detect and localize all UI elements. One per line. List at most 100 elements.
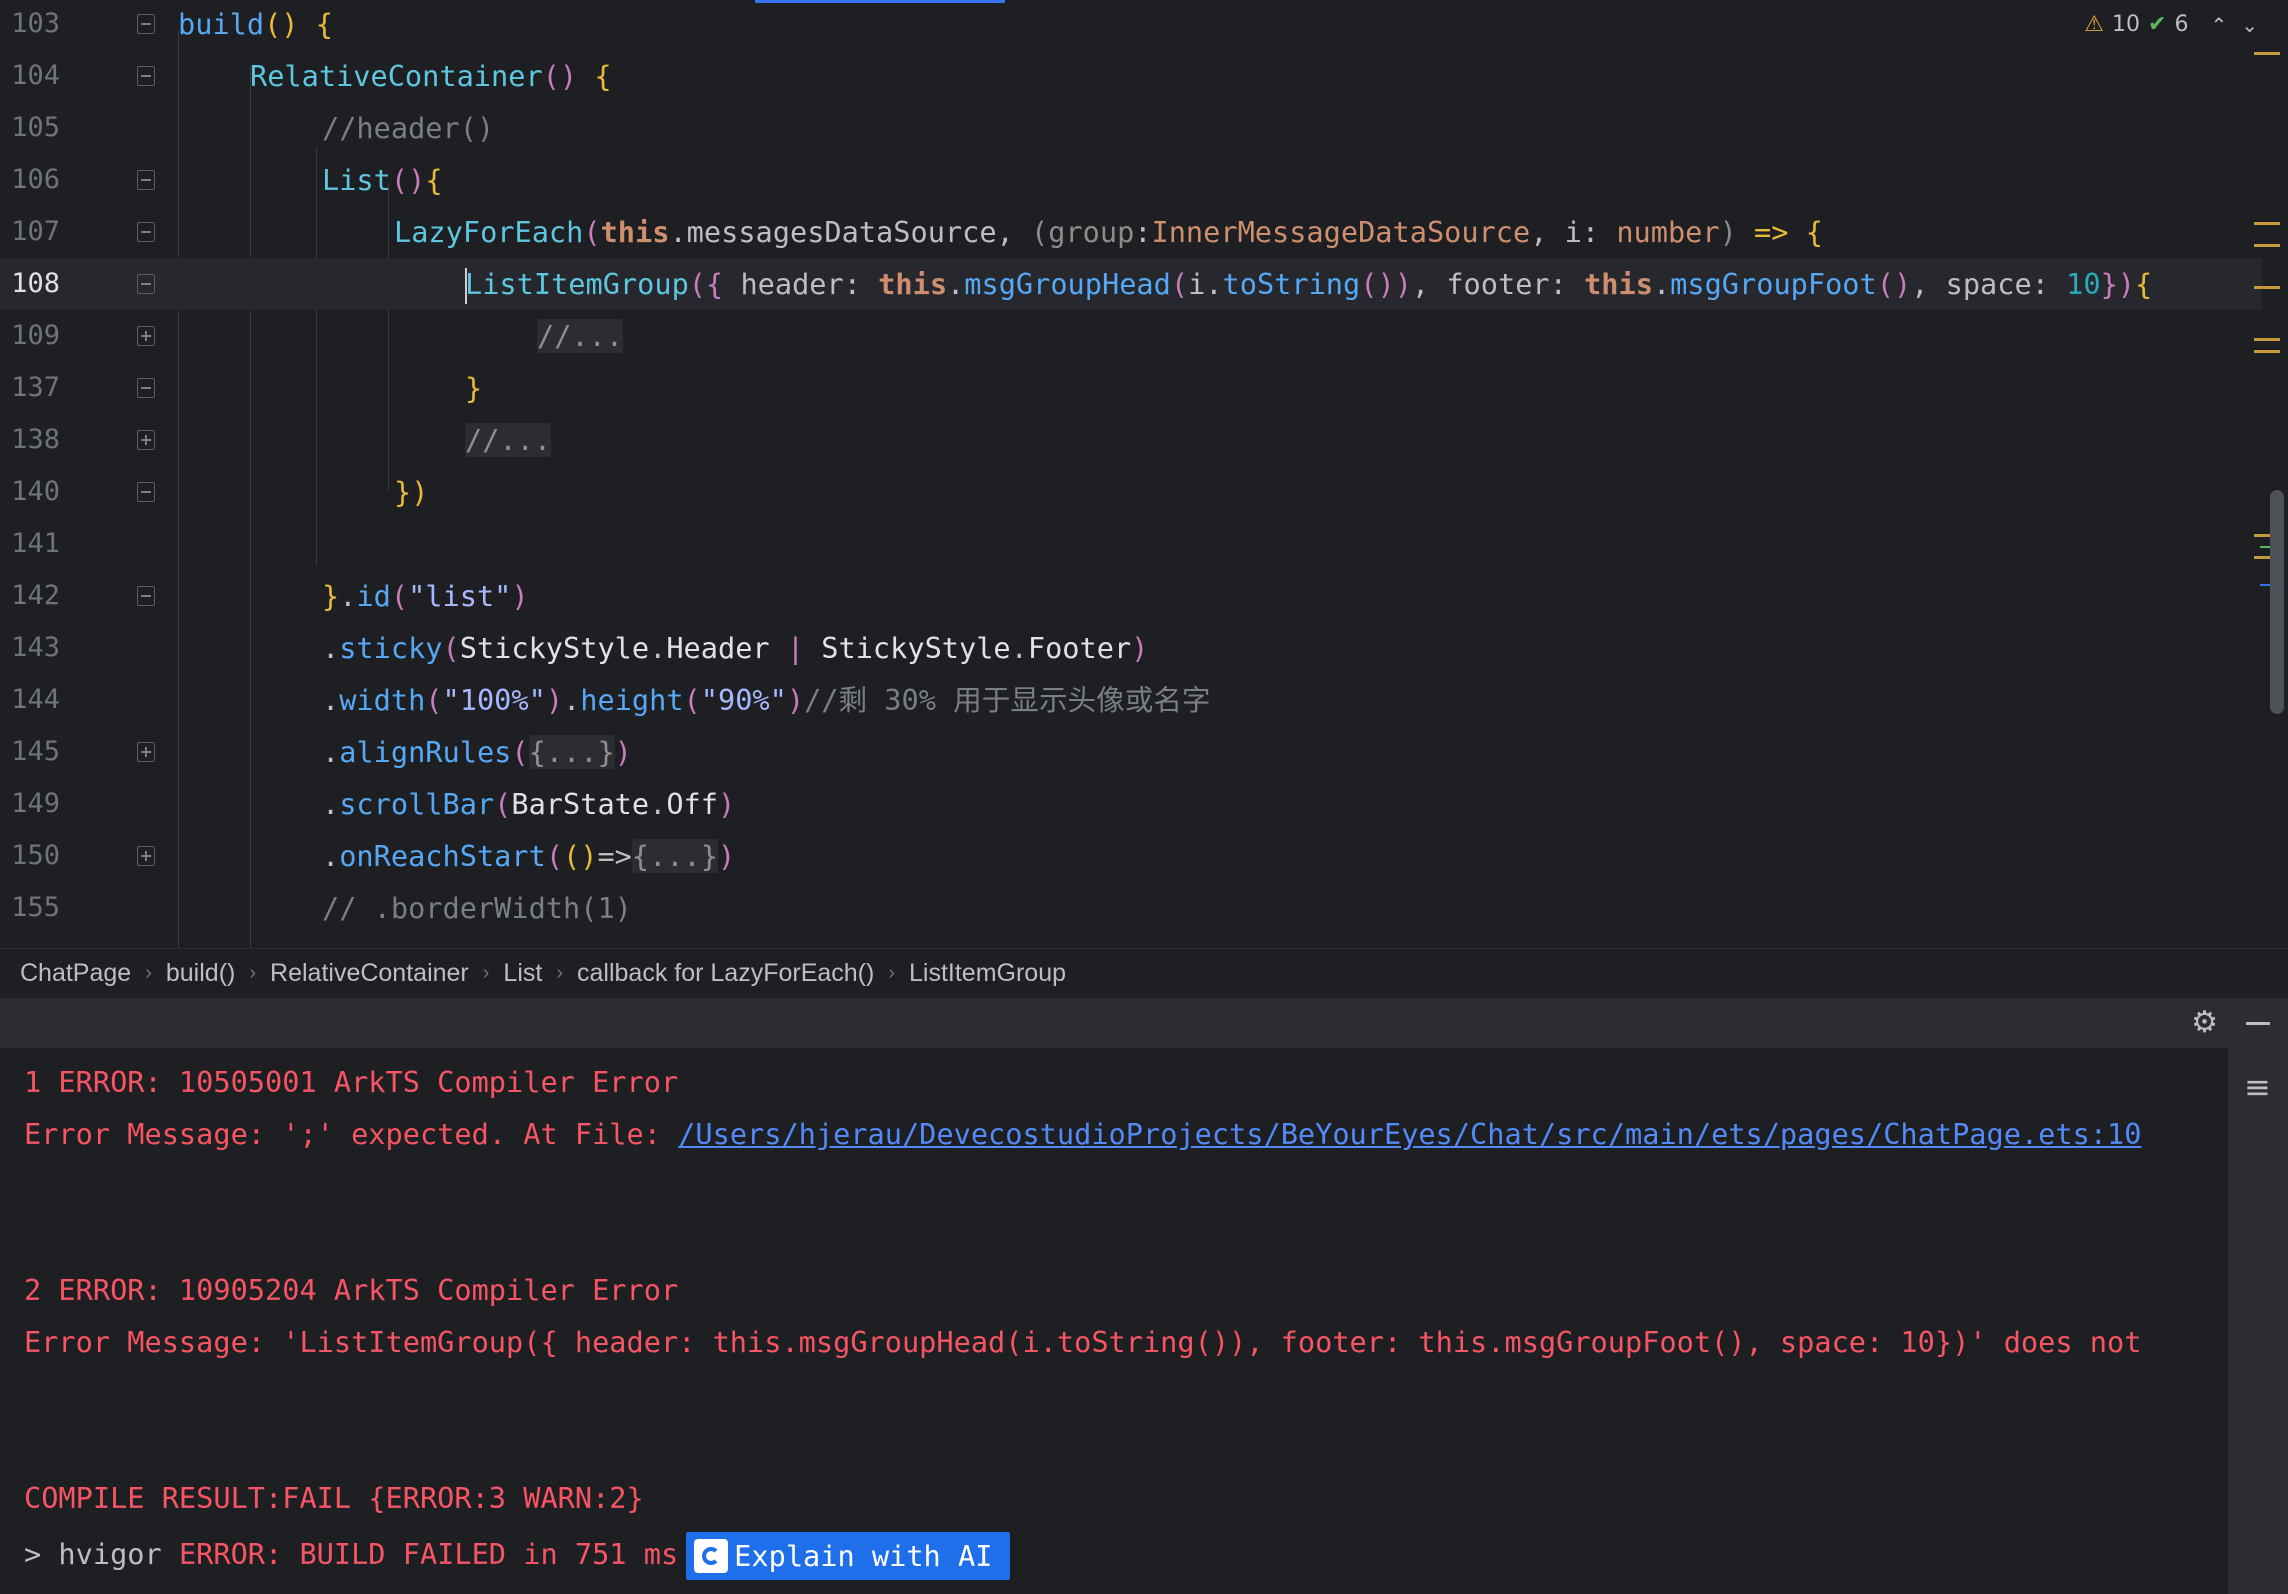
console-line: Error Message: 'ListItemGroup({ header: … (24, 1325, 2142, 1359)
warning-icon: ⚠ (2084, 12, 2105, 37)
code-text: }) (394, 475, 429, 509)
folded-region[interactable]: //... (465, 414, 552, 466)
code-line-current[interactable]: 108 ListItemGroup({ header: this.msgGrou… (0, 258, 2262, 310)
soft-wrap-icon[interactable]: ≡ (2244, 1068, 2271, 1106)
code-text: .alignRules({...}) (322, 735, 632, 769)
console-side-toolbar: ≡ (2228, 1048, 2288, 1594)
breadcrumb-item[interactable]: callback for LazyForEach() (577, 959, 874, 988)
code-text: ListItemGroup({ header: this.msgGroupHea… (465, 258, 2152, 310)
vertical-scrollbar[interactable] (2270, 490, 2284, 714)
breadcrumb-item[interactable]: List (503, 959, 542, 988)
code-line[interactable]: 145 .alignRules({...}) (0, 726, 2262, 778)
folded-region[interactable]: {...} (631, 839, 718, 873)
ai-logo-icon (694, 1539, 729, 1573)
code-line[interactable]: 104 RelativeContainer() { (0, 50, 2262, 102)
console-line: Error Message: ';' expected. At File: /U… (24, 1117, 2142, 1151)
line-number: 140 (11, 476, 60, 507)
code-comment: // .borderWidth(1) (322, 891, 632, 925)
code-text: .width("100%").height("90%")//剩 30% 用于显示… (322, 683, 1211, 717)
line-number: 103 (11, 8, 60, 39)
error-stripe-marker[interactable] (2254, 52, 2280, 55)
code-line[interactable]: 137 } (0, 362, 2262, 414)
code-line[interactable]: 155 // .borderWidth(1) (0, 882, 2262, 934)
fold-icon[interactable] (137, 274, 155, 294)
fold-icon[interactable] (137, 14, 155, 34)
code-line[interactable]: 106 List(){ (0, 154, 2262, 206)
fold-icon[interactable] (137, 586, 155, 606)
code-line[interactable]: 109 //... (0, 310, 2262, 362)
expand-icon[interactable] (137, 430, 155, 450)
breadcrumb-item[interactable]: RelativeContainer (270, 959, 469, 988)
fold-icon[interactable] (137, 222, 155, 242)
code-line[interactable]: 141 (0, 518, 2262, 570)
breadcrumb-item[interactable]: ListItemGroup (909, 959, 1066, 988)
line-number: 150 (11, 840, 60, 871)
ok-count: 6 (2174, 12, 2189, 37)
code-text: }.id("list") (322, 579, 529, 613)
code-line[interactable]: 144 .width("100%").height("90%")//剩 30% … (0, 674, 2262, 726)
code-line[interactable]: 140 }) (0, 466, 2262, 518)
code-line[interactable]: 143 .sticky(StickyStyle.Header | StickyS… (0, 622, 2262, 674)
fold-icon[interactable] (137, 170, 155, 190)
code-text: build() { (178, 7, 333, 41)
code-text: List(){ (322, 163, 443, 197)
explain-with-ai-button[interactable]: Explain with AI (686, 1532, 1011, 1580)
warning-count: 10 (2112, 12, 2141, 37)
line-number: 106 (11, 164, 60, 195)
line-number: 144 (11, 684, 60, 715)
check-icon: ✔ (2148, 12, 2167, 37)
console-line: 1 ERROR: 10505001 ArkTS Compiler Error (24, 1065, 679, 1099)
error-stripe-marker[interactable] (2254, 286, 2280, 289)
chevron-right-icon: › (482, 962, 490, 984)
fold-icon[interactable] (137, 378, 155, 398)
line-number: 143 (11, 632, 60, 663)
code-line[interactable]: 107 LazyForEach(this.messagesDataSource,… (0, 206, 2262, 258)
line-number: 105 (11, 112, 60, 143)
expand-icon[interactable] (137, 742, 155, 762)
error-stripe-marker[interactable] (2254, 338, 2280, 341)
console-line: 2 ERROR: 10905204 ArkTS Compiler Error (24, 1273, 679, 1307)
expand-icon[interactable] (137, 326, 155, 346)
build-output-console[interactable]: 1 ERROR: 10505001 ArkTS Compiler Error E… (0, 1048, 2228, 1594)
code-line[interactable]: 105 //header() (0, 102, 2262, 154)
line-number: 155 (11, 892, 60, 923)
gear-icon[interactable]: ⚙ (2191, 1008, 2218, 1038)
code-text: RelativeContainer() { (250, 59, 612, 93)
code-comment: //header() (322, 111, 495, 145)
line-number: 104 (11, 60, 60, 91)
code-text: LazyForEach(this.messagesDataSource, (gr… (394, 215, 1823, 249)
code-line[interactable]: 138 //... (0, 414, 2262, 466)
line-number: 149 (11, 788, 60, 819)
inspections-widget[interactable]: ⚠ 10 ✔ 6 ⌃ ⌄ (2084, 12, 2258, 37)
chevron-right-icon: › (145, 962, 152, 984)
file-link[interactable]: /Users/hjerau/DevecostudioProjects/BeYou… (678, 1117, 2141, 1151)
minimize-icon[interactable] (2246, 1022, 2270, 1025)
breadcrumb-item[interactable]: ChatPage (20, 959, 131, 988)
folded-region[interactable]: //... (537, 310, 624, 362)
build-panel-header: ⚙ (0, 998, 2288, 1048)
code-line[interactable]: 142 }.id("list") (0, 570, 2262, 622)
error-stripe-marker[interactable] (2254, 350, 2280, 353)
chevron-right-icon: › (888, 962, 895, 984)
breadcrumb-item[interactable]: build() (166, 959, 235, 988)
line-number: 108 (11, 268, 60, 299)
code-line[interactable]: 149 .scrollBar(BarState.Off) (0, 778, 2262, 830)
line-number: 142 (11, 580, 60, 611)
fold-icon[interactable] (137, 482, 155, 502)
chevron-down-icon[interactable]: ⌄ (2241, 13, 2258, 37)
fold-icon[interactable] (137, 66, 155, 86)
error-stripe-marker[interactable] (2254, 244, 2280, 247)
expand-icon[interactable] (137, 846, 155, 866)
line-number: 141 (11, 528, 60, 559)
chevron-right-icon: › (249, 962, 257, 984)
folded-region[interactable]: {...} (528, 735, 615, 769)
code-editor[interactable]: 103 build() { 104 RelativeContainer() { … (0, 0, 2288, 948)
console-line: COMPILE RESULT:FAIL {ERROR:3 WARN:2} (24, 1481, 644, 1515)
code-line[interactable]: 150 .onReachStart(()=>{...}) (0, 830, 2262, 882)
console-line: > hvigor ERROR: BUILD FAILED in 751 ms Ex… (24, 1528, 1011, 1580)
chevron-right-icon: › (556, 962, 563, 984)
chevron-up-icon[interactable]: ⌃ (2210, 13, 2227, 37)
code-text: .scrollBar(BarState.Off) (322, 787, 736, 821)
code-line[interactable]: 103 build() { (0, 0, 2262, 50)
error-stripe-marker[interactable] (2254, 222, 2280, 225)
